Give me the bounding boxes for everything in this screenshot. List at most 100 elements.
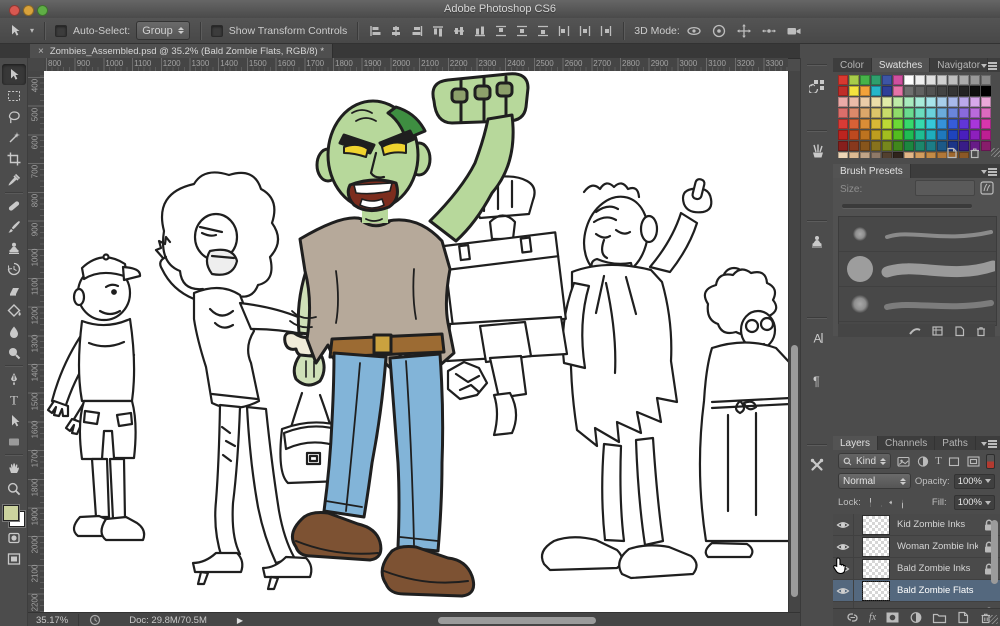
color-swatch[interactable] xyxy=(970,75,980,85)
layer-style-icon[interactable]: fx xyxy=(869,612,876,623)
color-swatch[interactable] xyxy=(893,141,903,151)
layer-list-scrollbar-thumb[interactable] xyxy=(991,520,998,584)
color-swatch[interactable] xyxy=(937,97,947,107)
blur-tool[interactable] xyxy=(2,321,26,342)
color-swatch[interactable] xyxy=(882,108,892,118)
layer-row[interactable]: Woman Zombie Inks xyxy=(833,536,1000,558)
color-swatch[interactable] xyxy=(849,152,859,158)
crop-tool[interactable] xyxy=(2,148,26,169)
type-tool[interactable]: T xyxy=(2,389,26,410)
color-swatch[interactable] xyxy=(860,152,870,158)
dodge-tool[interactable] xyxy=(2,342,26,363)
zoom-window-button[interactable] xyxy=(37,5,48,16)
color-swatch[interactable] xyxy=(871,141,881,151)
color-swatch[interactable] xyxy=(959,86,969,96)
color-swatch[interactable] xyxy=(849,119,859,129)
color-swatch[interactable] xyxy=(871,119,881,129)
color-swatch[interactable] xyxy=(893,119,903,129)
color-swatch[interactable] xyxy=(882,130,892,140)
move-tool[interactable] xyxy=(2,64,26,85)
color-swatch[interactable] xyxy=(926,97,936,107)
magic-wand-tool[interactable] xyxy=(2,127,26,148)
color-swatch[interactable] xyxy=(915,97,925,107)
dist-vcenter[interactable] xyxy=(515,24,529,38)
filter-toggle[interactable] xyxy=(986,454,995,469)
brush-preset-row[interactable] xyxy=(839,287,996,322)
layer-name[interactable]: Bald Zombie Flats xyxy=(897,585,978,596)
foreground-color-swatch[interactable] xyxy=(3,505,19,521)
color-swatch[interactable] xyxy=(849,86,859,96)
color-swatch[interactable] xyxy=(893,75,903,85)
horizontal-scrollbar-thumb[interactable] xyxy=(438,617,596,624)
dist-top[interactable] xyxy=(494,24,508,38)
new-swatch-icon[interactable] xyxy=(945,146,958,159)
color-swatch[interactable] xyxy=(860,97,870,107)
color-swatch[interactable] xyxy=(937,75,947,85)
color-swatch[interactable] xyxy=(959,75,969,85)
color-swatch[interactable] xyxy=(904,152,914,158)
filter-smart-object-icon[interactable] xyxy=(966,454,981,469)
color-swatch[interactable] xyxy=(904,130,914,140)
color-swatch[interactable] xyxy=(926,75,936,85)
color-swatch[interactable] xyxy=(893,97,903,107)
layer-name[interactable]: Kid Zombie Inks xyxy=(897,519,978,530)
brush-preset-row[interactable] xyxy=(839,217,996,252)
color-swatch[interactable] xyxy=(948,130,958,140)
lock-transparent-icon[interactable] xyxy=(868,496,872,509)
healing-brush-tool[interactable] xyxy=(2,195,26,216)
lasso-tool[interactable] xyxy=(2,106,26,127)
color-swatch[interactable] xyxy=(849,108,859,118)
slide-icon[interactable] xyxy=(761,23,777,39)
tab-swatches[interactable]: Swatches xyxy=(872,58,930,72)
color-swatch[interactable] xyxy=(860,119,870,129)
filter-type-icon[interactable]: T xyxy=(935,455,942,467)
lock-all-icon[interactable] xyxy=(899,496,903,510)
color-swatch[interactable] xyxy=(981,130,991,140)
ruler-corner[interactable] xyxy=(28,58,45,72)
screen-mode-button[interactable] xyxy=(2,548,26,569)
link-layers-icon[interactable] xyxy=(845,611,860,624)
color-swatch[interactable] xyxy=(959,130,969,140)
color-swatch[interactable] xyxy=(981,119,991,129)
color-swatch[interactable] xyxy=(904,141,914,151)
color-swatch[interactable] xyxy=(860,75,870,85)
color-swatch[interactable] xyxy=(926,86,936,96)
color-swatch[interactable] xyxy=(970,119,980,129)
color-swatch[interactable] xyxy=(860,130,870,140)
layer-visibility-eye-icon[interactable] xyxy=(833,514,854,535)
color-swatch[interactable] xyxy=(904,97,914,107)
color-swatch[interactable] xyxy=(838,86,848,96)
tab-channels[interactable]: Channels xyxy=(878,436,935,450)
color-swatch[interactable] xyxy=(937,86,947,96)
color-swatch[interactable] xyxy=(915,75,925,85)
brush-size-slider[interactable] xyxy=(842,204,972,208)
panel-menu-icon[interactable] xyxy=(983,167,997,176)
color-swatch[interactable] xyxy=(915,130,925,140)
color-swatch[interactable] xyxy=(882,86,892,96)
color-swatch[interactable] xyxy=(926,141,936,151)
hand-tool[interactable] xyxy=(2,457,26,478)
brush-size-field[interactable] xyxy=(915,180,975,196)
color-swatch[interactable] xyxy=(882,141,892,151)
show-transform-checkbox[interactable] xyxy=(211,25,223,37)
color-swatch[interactable] xyxy=(959,108,969,118)
color-swatch[interactable] xyxy=(959,119,969,129)
character-panel-icon[interactable]: A xyxy=(804,325,830,351)
color-swatch[interactable] xyxy=(937,130,947,140)
color-swatch[interactable] xyxy=(981,97,991,107)
close-window-button[interactable] xyxy=(9,5,20,16)
auto-select-target-dropdown[interactable]: Group xyxy=(136,21,190,40)
layer-thumbnail[interactable] xyxy=(862,537,890,557)
color-swatch[interactable] xyxy=(937,108,947,118)
pan-icon[interactable] xyxy=(736,23,752,39)
marquee-tool[interactable] xyxy=(2,85,26,106)
color-swatch[interactable] xyxy=(904,108,914,118)
color-swatch[interactable] xyxy=(893,86,903,96)
panel-resize-grip[interactable] xyxy=(991,148,1000,157)
color-swatch[interactable] xyxy=(948,97,958,107)
layer-name[interactable]: Woman Zombie Inks xyxy=(897,541,978,552)
dist-bottom[interactable] xyxy=(536,24,550,38)
filter-kind-dropdown[interactable]: Kind xyxy=(838,453,891,469)
color-swatch[interactable] xyxy=(849,75,859,85)
fill-dropdown[interactable]: 100% xyxy=(954,495,995,510)
